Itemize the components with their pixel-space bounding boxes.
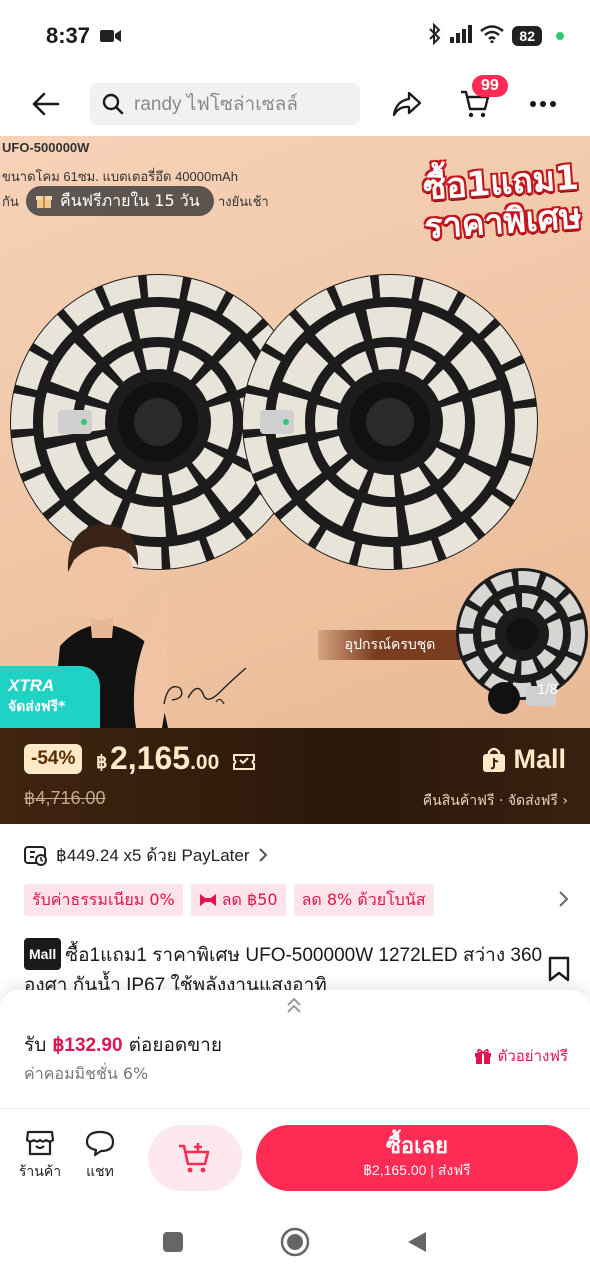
shop-button[interactable]: ร้านค้า (10, 1129, 70, 1183)
price-bar: -54% ฿ 2,165.00 ฿4,716.00 Mall คืนสินค้า… (0, 728, 590, 824)
share-button[interactable] (382, 79, 432, 129)
free-return-chip: คืนฟรีภายใน 15 วัน (26, 186, 214, 216)
buy-now-button[interactable]: ซื้อเลย ฿2,165.00 | ส่งฟรี (256, 1125, 578, 1191)
more-options-button[interactable] (518, 79, 568, 129)
paylater-row[interactable]: ฿449.24 x5 ด้วย PayLater (24, 840, 268, 870)
more-horizontal-icon (530, 101, 556, 107)
expand-handle[interactable] (284, 996, 304, 1020)
free-sample-button[interactable]: ตัวอย่างฟรี (474, 1044, 568, 1068)
signal-icon (450, 24, 473, 48)
bluetooth-icon (428, 22, 442, 50)
battery-level: 82 (512, 26, 542, 46)
product-image-carousel[interactable]: UFO-500000W ขนาดโคม 61ซม. แบตเตอรี่อึด 4… (0, 136, 590, 728)
original-price: ฿4,716.00 (24, 788, 106, 808)
home-button[interactable] (280, 1227, 310, 1261)
gift-box-icon (36, 196, 52, 208)
product-page: 8:37 82 randy ไฟโซล่าเซลล์ 99 UFO-500000… (0, 0, 590, 1280)
mall-badge[interactable]: Mall (481, 744, 566, 775)
status-bar: 8:37 82 (0, 0, 590, 72)
buy-now-label: ซื้อเลย (385, 1134, 449, 1159)
chat-bubble-icon (85, 1130, 115, 1157)
current-price: 2,165.00 (110, 740, 219, 777)
triangle-back-icon (408, 1232, 426, 1252)
signature-scribble (163, 667, 247, 705)
product-title-text: ซื้อ1แถม1 ราคาพิเศษ UFO-500000W 1272LED … (24, 945, 543, 996)
promo-chip-label: ลด 8% ด้วยโบนัส (301, 889, 426, 909)
affiliate-prefix: รับ (24, 1034, 47, 1056)
video-camera-icon (100, 24, 122, 48)
square-icon (163, 1232, 183, 1252)
add-to-cart-button[interactable] (148, 1125, 242, 1191)
back-nav-button[interactable] (406, 1230, 428, 1258)
wifi-icon (480, 24, 505, 48)
chevron-right-icon (559, 891, 569, 907)
accessory-kit-thumbnail (456, 568, 588, 714)
discount-badge: -54% (24, 744, 83, 774)
circle-home-icon (280, 1227, 310, 1257)
mall-chip: Mall (24, 938, 62, 970)
mall-benefits[interactable]: คืนสินค้าฟรี · จัดส่งฟรี › (423, 790, 568, 812)
free-return-text: คืนฟรีภายใน 15 วัน (60, 190, 200, 210)
share-icon (392, 91, 422, 117)
chevron-double-up-icon (287, 997, 301, 1013)
save-button[interactable] (548, 956, 570, 986)
search-icon (102, 93, 124, 115)
bottom-action-bar: ร้านค้า แชท ซื้อเลย ฿2,165.00 | ส่งฟรี (0, 1108, 590, 1208)
bookmark-icon (548, 956, 570, 982)
price-integer: 2,165 (110, 740, 191, 776)
bow-ribbon-icon (199, 894, 216, 906)
promo-chip-label: รับค่าธรรมเนียม 0% (32, 889, 175, 909)
promo-chip-bonus[interactable]: ลด 8% ด้วยโบนัส (293, 884, 434, 916)
spec-model: UFO-500000W (2, 140, 90, 155)
shopping-bag-icon (483, 747, 506, 772)
promo-chip-discount[interactable]: ลด ฿50 (190, 884, 286, 916)
recent-apps-button[interactable] (162, 1231, 184, 1257)
affiliate-earning: รับ ฿132.90 ต่อยอดขาย (24, 1030, 222, 1060)
arrow-left-icon (32, 92, 60, 116)
paylater-icon (24, 846, 47, 866)
status-indicators: 82 (428, 22, 564, 50)
xtra-title: XTRA (8, 676, 55, 695)
price-currency: ฿ (96, 752, 108, 772)
cart-plus-icon (179, 1143, 210, 1173)
app-header: randy ไฟโซล่าเซลล์ 99 (0, 72, 590, 136)
image-counter: 1/8 (537, 681, 558, 698)
promo-chip-label: ลด ฿50 (221, 889, 278, 909)
gift-icon (474, 1048, 491, 1064)
promo-more-button[interactable] (558, 889, 570, 913)
chat-button[interactable]: แชท (70, 1129, 130, 1183)
system-navigation-bar (0, 1208, 590, 1280)
free-sample-label: ตัวอย่างฟรี (497, 1047, 568, 1065)
back-button[interactable] (18, 76, 76, 132)
chat-label: แชท (86, 1164, 114, 1180)
shop-label: ร้านค้า (18, 1164, 62, 1180)
storefront-icon (25, 1130, 55, 1156)
affiliate-amount: ฿132.90 (52, 1035, 123, 1056)
promo-headline: ซื้อ1แถม1 ราคาพิเศษ (420, 158, 583, 248)
status-time: 8:37 (46, 23, 91, 48)
privacy-dot (556, 32, 564, 40)
buy-now-price: ฿2,165.00 | ส่งฟรี (363, 1162, 471, 1178)
affiliate-suffix: ต่อยอดขาย (128, 1034, 222, 1056)
search-input[interactable]: randy ไฟโซล่าเซลล์ (90, 83, 360, 125)
xtra-subtitle: จัดส่งฟรี* (8, 699, 66, 715)
affiliate-commission-card: รับ ฿132.90 ต่อยอดขาย ค่าคอมมิชชั่น 6% ต… (0, 990, 590, 1108)
cart-button[interactable]: 99 (450, 75, 508, 129)
commission-rate: ค่าคอมมิชชั่น 6% (24, 1064, 149, 1083)
search-placeholder: randy ไฟโซล่าเซลล์ (134, 94, 298, 115)
promo-chip-fee[interactable]: รับค่าธรรมเนียม 0% (24, 884, 183, 916)
coupon-icon[interactable] (232, 752, 256, 776)
chevron-right-icon (258, 848, 267, 862)
price-decimal: .00 (190, 751, 220, 774)
promo-chips: รับค่าธรรมเนียม 0% ลด ฿50 ลด 8% ด้วยโบนั… (24, 884, 434, 916)
xtra-free-shipping-tag: XTRA จัดส่งฟรี* (0, 666, 100, 728)
accessory-label: อุปกรณ์ครบชุด (318, 630, 462, 660)
mall-label: Mall (513, 744, 566, 774)
cart-count-badge: 99 (472, 75, 508, 97)
paylater-text: ฿449.24 x5 ด้วย PayLater (56, 845, 250, 865)
spec-line: ขนาดโคม 61ซม. แบตเตอรี่อึด 40000mAh (2, 169, 238, 184)
